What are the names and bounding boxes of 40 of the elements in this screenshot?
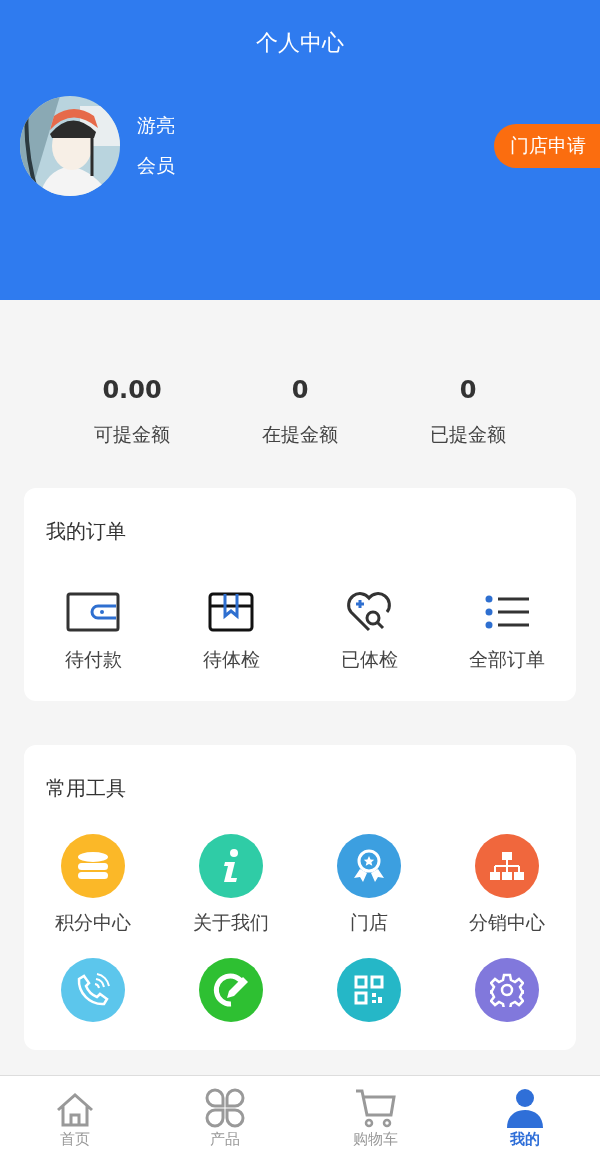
- order-status-link[interactable]: 待体检: [202, 647, 260, 673]
- member-level: 会员: [137, 153, 176, 178]
- home-icon: [55, 1092, 95, 1128]
- section-title: 我的订单: [45, 518, 127, 545]
- list-icon: [485, 595, 529, 629]
- user-icon: [506, 1088, 544, 1128]
- tool-label: 分销中心: [469, 910, 545, 935]
- tool-label: 关于我们: [193, 910, 269, 935]
- hierarchy-icon: [489, 850, 525, 882]
- wallet-icon: [66, 592, 120, 632]
- balance-label: 在提金额: [262, 422, 338, 447]
- balance-label: 已提金额: [430, 422, 506, 447]
- edit-icon: [213, 972, 249, 1008]
- clover-grid-icon: [205, 1088, 245, 1128]
- phone-icon: [76, 973, 110, 1007]
- page-title: 个人中心: [255, 29, 345, 57]
- tab[interactable]: 产品: [150, 1076, 300, 1159]
- tab[interactable]: 首页: [0, 1076, 150, 1159]
- order-status-link[interactable]: 全部订单: [469, 647, 545, 673]
- info-icon: [221, 848, 241, 884]
- balance-amount: 0: [459, 376, 477, 404]
- tool-label: 门店: [350, 910, 388, 935]
- heart-search-icon: [345, 590, 393, 634]
- settings-icon: [490, 973, 524, 1007]
- store-apply-button[interactable]: 门店申请: [494, 124, 600, 168]
- cart-icon: [354, 1088, 396, 1128]
- coins-icon: [76, 851, 110, 881]
- user-name: 游亮: [137, 113, 176, 138]
- box-icon: [208, 592, 254, 632]
- section-title: 常用工具: [45, 775, 127, 802]
- tab[interactable]: 购物车: [300, 1076, 450, 1159]
- tool-label: 积分中心: [55, 910, 131, 935]
- balance-amount: 0: [291, 376, 309, 404]
- award-badge-icon: [351, 848, 387, 884]
- order-status-link[interactable]: 待付款: [64, 647, 122, 673]
- order-status-link[interactable]: 已体检: [340, 647, 398, 673]
- balance-amount: 0.00: [102, 376, 162, 404]
- tab[interactable]: 我的: [450, 1076, 600, 1159]
- qr-code-icon: [354, 975, 384, 1005]
- balance-label: 可提金额: [94, 422, 170, 447]
